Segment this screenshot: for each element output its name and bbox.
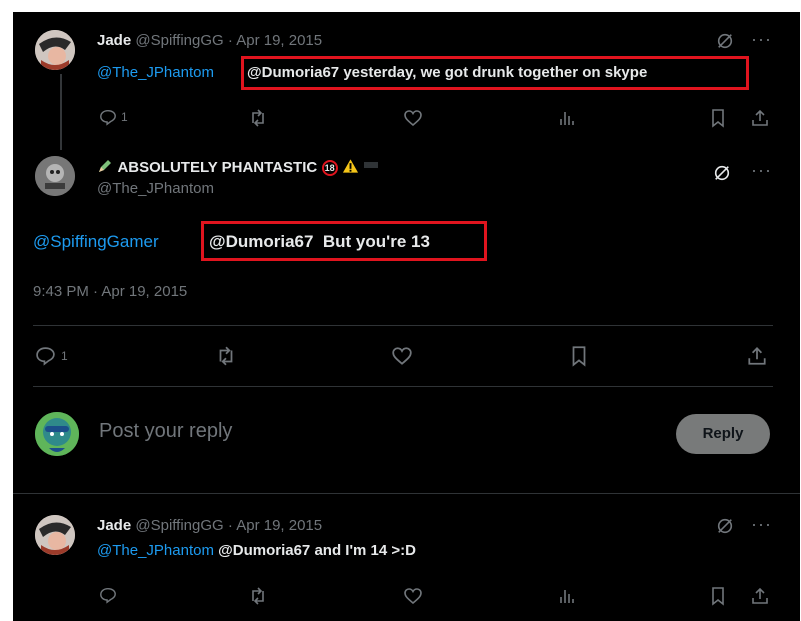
grok-icon[interactable] xyxy=(713,164,731,182)
reply-button[interactable]: Reply xyxy=(676,414,770,454)
divider xyxy=(33,325,773,326)
dot-separator: · xyxy=(227,517,233,534)
warning-icon xyxy=(342,158,359,174)
divider xyxy=(33,386,773,387)
bookmark-icon[interactable] xyxy=(568,345,590,367)
highlight-box xyxy=(201,221,487,261)
flag-emoji xyxy=(363,162,378,168)
reply-mention[interactable]: @SpiffingGamer xyxy=(33,232,159,251)
reply-count: 1 xyxy=(121,110,128,124)
author-name[interactable]: ABSOLUTELY PHANTASTIC xyxy=(117,159,317,176)
thread-line xyxy=(60,74,62,150)
more-icon[interactable]: ··· xyxy=(751,160,772,181)
avatar-current-user[interactable] xyxy=(35,412,79,456)
more-icon[interactable]: ··· xyxy=(751,514,772,535)
like-icon[interactable] xyxy=(403,586,423,606)
tweet-date[interactable]: Apr 19, 2015 xyxy=(236,517,322,534)
reply-icon[interactable] xyxy=(99,586,117,604)
divider xyxy=(13,493,800,494)
tweet-text: @Dumoria67 and I'm 14 >:D xyxy=(218,542,416,559)
age-badge: 18 xyxy=(321,160,338,176)
tweet-date[interactable]: Apr 19, 2015 xyxy=(236,32,322,49)
retweet-icon[interactable] xyxy=(248,108,268,128)
author-name[interactable]: Jade xyxy=(97,517,131,534)
author-name[interactable]: Jade xyxy=(97,32,131,49)
bookmark-icon[interactable] xyxy=(708,586,728,606)
reply-icon[interactable] xyxy=(35,345,56,366)
like-icon[interactable] xyxy=(391,345,413,367)
reply-icon[interactable] xyxy=(99,108,117,126)
reply-input[interactable]: Post your reply xyxy=(99,420,232,443)
more-icon[interactable]: ··· xyxy=(751,29,772,50)
dot-separator: · xyxy=(227,32,233,49)
share-icon[interactable] xyxy=(746,345,768,367)
avatar-jade[interactable] xyxy=(35,30,75,70)
reply-mention[interactable]: @The_JPhantom xyxy=(97,542,214,559)
views-icon[interactable] xyxy=(557,108,577,128)
avatar-jade[interactable] xyxy=(35,515,75,555)
bookmark-icon[interactable] xyxy=(708,108,728,128)
retweet-icon[interactable] xyxy=(215,345,237,367)
grok-icon[interactable] xyxy=(716,517,734,535)
share-icon[interactable] xyxy=(750,108,770,128)
author-handle[interactable]: @SpiffingGG xyxy=(135,32,223,49)
retweet-icon[interactable] xyxy=(248,586,268,606)
tweet-timestamp[interactable]: 9:43 PM · Apr 19, 2015 xyxy=(33,283,187,300)
grok-icon[interactable] xyxy=(716,32,734,50)
views-icon[interactable] xyxy=(557,586,577,606)
avatar-jphantom[interactable] xyxy=(35,156,75,196)
tweet-thread: Jade @SpiffingGG · Apr 19, 2015 ··· @The… xyxy=(13,12,800,621)
reply-count: 1 xyxy=(61,349,68,363)
highlight-box xyxy=(241,56,749,90)
share-icon[interactable] xyxy=(750,586,770,606)
like-icon[interactable] xyxy=(403,108,423,128)
author-handle[interactable]: @SpiffingGG xyxy=(135,517,223,534)
author-handle[interactable]: @The_JPhantom xyxy=(97,180,214,197)
pencil-emoji-icon xyxy=(97,158,113,174)
reply-mention[interactable]: @The_JPhantom xyxy=(97,64,214,81)
